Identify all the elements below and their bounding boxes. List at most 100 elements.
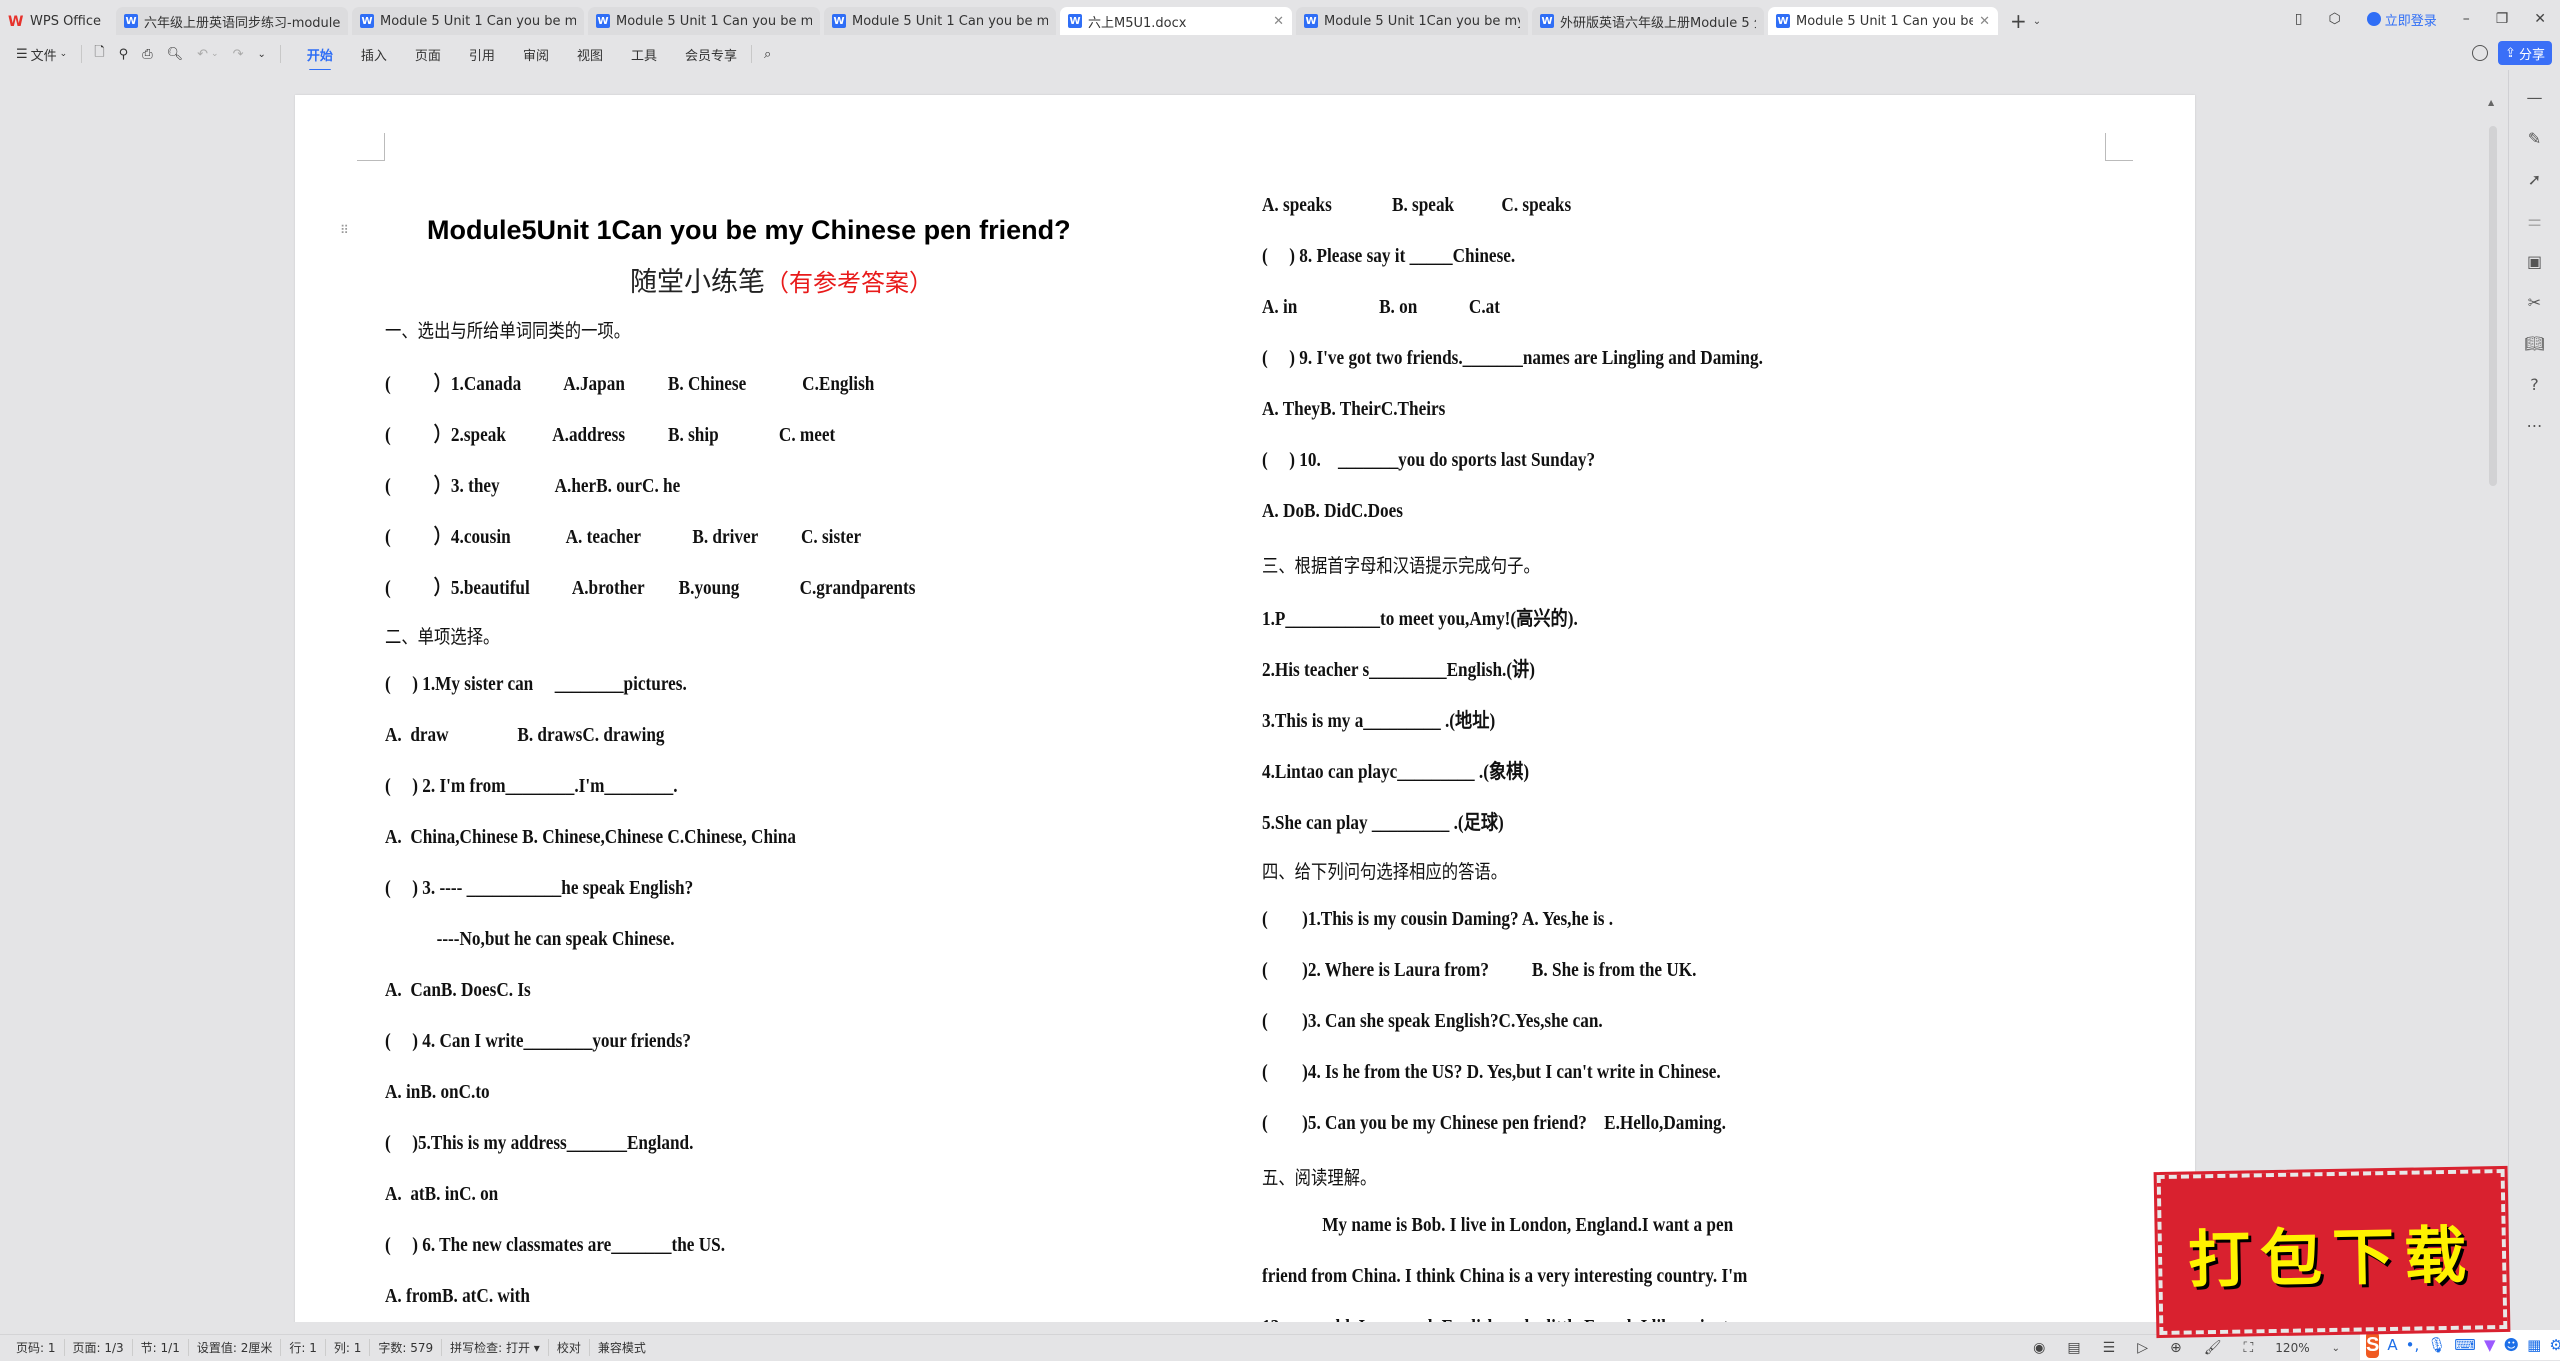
document-tab[interactable]: W 六上M5U1.docx ✕ bbox=[1060, 7, 1292, 35]
status-item[interactable]: 拼写检查: 打开 ▾ bbox=[442, 1339, 549, 1356]
window-controls: ▯ ⬡ 立即登录 – ❐ ✕ bbox=[2295, 0, 2546, 38]
wps-writer-icon: W bbox=[1304, 14, 1318, 28]
question-line: A. China,Chinese B. Chinese,Chinese C.Ch… bbox=[385, 826, 796, 848]
link-icon[interactable]: ⚲ bbox=[119, 47, 129, 62]
more-chevron-icon[interactable]: ⌄ bbox=[257, 49, 265, 60]
ribbon-tab[interactable]: 视图 bbox=[577, 45, 603, 64]
question-line: 3.This is my a_________ .(地址) bbox=[1262, 710, 1496, 732]
page-view-icon[interactable]: ▤ bbox=[2067, 1340, 2080, 1356]
ime-toolbar: S A •, 🎙︎ ⌨ ▼ ☻ ▦ ⚙ bbox=[2360, 1330, 2560, 1360]
save-icon[interactable]: 🗋 bbox=[94, 43, 104, 65]
section-heading: 四、给下列问句选择相应的答语。 bbox=[1262, 861, 1508, 883]
cube-icon[interactable]: ⬡ bbox=[2328, 11, 2340, 27]
status-item: 行: 1 bbox=[281, 1339, 326, 1356]
question-line: A. CanB. DoesC. Is bbox=[385, 979, 531, 1001]
document-tab[interactable]: WModule 5 Unit 1 Can you be my Cl bbox=[824, 7, 1056, 35]
login-button[interactable]: 立即登录 bbox=[2366, 10, 2437, 29]
search-icon[interactable]: ⌕ bbox=[764, 47, 771, 62]
layout-icon[interactable]: ▯ bbox=[2295, 11, 2303, 27]
scrollbar-thumb[interactable] bbox=[2489, 126, 2497, 486]
wps-writer-icon: W bbox=[124, 14, 138, 28]
ribbon-tab[interactable]: 工具 bbox=[631, 45, 657, 64]
document-tab[interactable]: WModule 5 Unit 1Can you be my Chi bbox=[1296, 7, 1528, 35]
eye-protection-icon[interactable]: ◉ bbox=[2033, 1340, 2045, 1356]
question-line: ( ）5.beautiful A.brother B.young C.grand… bbox=[385, 577, 916, 599]
restore-button[interactable]: ❐ bbox=[2496, 11, 2509, 27]
margin-corner-mark bbox=[357, 133, 385, 161]
print-preview-icon[interactable]: 🔍︎ bbox=[167, 47, 184, 62]
status-item: 字数: 579 bbox=[370, 1339, 443, 1356]
wps-writer-icon: W bbox=[1540, 14, 1554, 28]
ribbon-tab[interactable]: 开始 bbox=[307, 45, 333, 71]
question-line: ----No,but he can speak Chinese. bbox=[385, 928, 675, 950]
document-tab[interactable]: WModule 5 Unit 1 Can you be my Cl bbox=[352, 7, 584, 35]
skin-icon[interactable]: ▼ bbox=[2484, 1336, 2496, 1354]
minimize-button[interactable]: – bbox=[2463, 11, 2470, 27]
robot-icon[interactable]: ☻ bbox=[2503, 1336, 2519, 1354]
document-tab[interactable]: W外研版英语六年级上册Module 5 分单 bbox=[1532, 7, 1764, 35]
keyboard-icon[interactable]: ⌨ bbox=[2454, 1336, 2476, 1354]
menu-icon: ☰ bbox=[16, 46, 28, 62]
download-stamp-banner[interactable]: 打包下载 bbox=[2153, 1165, 2511, 1339]
web-view-icon[interactable]: ⊕ bbox=[2170, 1340, 2182, 1356]
sogou-ime-icon[interactable]: S bbox=[2366, 1332, 2380, 1358]
select-cursor-icon[interactable]: ➚ bbox=[2528, 170, 2541, 189]
status-item: 页面: 1/3 bbox=[65, 1339, 133, 1356]
new-tab-button[interactable]: + ⌄ bbox=[2002, 7, 2049, 35]
close-tab-icon[interactable]: ✕ bbox=[1273, 14, 1284, 29]
document-tab[interactable]: W六年级上册英语同步练习-module 5 u bbox=[116, 7, 348, 35]
status-item[interactable]: 兼容模式 bbox=[590, 1339, 654, 1356]
collapse-icon[interactable]: — bbox=[2527, 88, 2543, 107]
more-options-icon[interactable]: ⋯ bbox=[2527, 416, 2543, 435]
ribbon-tab[interactable]: 审阅 bbox=[523, 45, 549, 64]
question-line: ( ) 4. Can I write________your friends? bbox=[385, 1030, 691, 1052]
help-icon[interactable]: ? bbox=[2530, 375, 2539, 394]
close-tab-icon[interactable]: ✕ bbox=[1979, 14, 1990, 29]
drag-handle-icon[interactable]: ⠿ bbox=[340, 224, 352, 236]
print-icon[interactable]: ⎙ bbox=[142, 47, 152, 62]
status-item[interactable]: 校对 bbox=[549, 1339, 590, 1356]
zoom-dropdown-icon[interactable]: ⌄ bbox=[2332, 1343, 2340, 1354]
redo-button[interactable]: ↷ bbox=[233, 47, 244, 62]
ribbon-tab[interactable]: 插入 bbox=[361, 45, 387, 64]
question-line: ( )2. Where is Laura from? B. She is fro… bbox=[1262, 959, 1697, 981]
close-window-button[interactable]: ✕ bbox=[2534, 11, 2546, 27]
scroll-up-icon[interactable]: ▲ bbox=[2488, 98, 2494, 107]
tab-bar: W WPS Office W六年级上册英语同步练习-module 5 uWMod… bbox=[0, 0, 2560, 38]
document-title: Module5Unit 1Can you be my Chinese pen f… bbox=[427, 215, 1071, 245]
ime-font-icon[interactable]: A bbox=[2387, 1336, 2397, 1354]
document-page[interactable]: ⠿ Module5Unit 1Can you be my Chinese pen… bbox=[295, 95, 2195, 1322]
divider bbox=[81, 45, 83, 63]
question-line: 1.P___________to meet you,Amy!(高兴的). bbox=[1262, 608, 1578, 630]
adjust-sliders-icon[interactable]: ⚌ bbox=[2527, 211, 2541, 230]
vertical-scrollbar[interactable]: ▲ bbox=[2488, 80, 2498, 1320]
ribbon-tab[interactable]: 页面 bbox=[415, 45, 441, 64]
zoom-level[interactable]: 120% bbox=[2275, 1341, 2309, 1355]
question-line: 5.She can play _________ .(足球) bbox=[1262, 812, 1504, 834]
fit-screen-icon[interactable]: ⛶ bbox=[2243, 1340, 2253, 1356]
outline-view-icon[interactable]: ☰ bbox=[2103, 1340, 2116, 1356]
ime-punct-icon[interactable]: •, bbox=[2406, 1336, 2420, 1354]
user-avatar-icon bbox=[2366, 12, 2381, 26]
microphone-icon[interactable]: 🎙︎ bbox=[2427, 1336, 2446, 1354]
ribbon-tab[interactable]: 会员专享 bbox=[685, 45, 737, 64]
file-menu[interactable]: ☰ 文件 ⌄ bbox=[16, 45, 67, 64]
brush-icon[interactable]: 🖌︎ bbox=[2204, 1340, 2222, 1356]
question-line: ( ) 9. I've got two friends._______names… bbox=[1262, 347, 1763, 369]
tab-wps-office[interactable]: W WPS Office bbox=[0, 7, 112, 35]
play-icon[interactable]: ▷ bbox=[2137, 1340, 2148, 1356]
cloud-icon[interactable] bbox=[2472, 45, 2488, 61]
question-line: My name is Bob. I live in London, Englan… bbox=[1262, 1214, 1734, 1236]
tools-icon[interactable]: ✂ bbox=[2528, 293, 2541, 312]
book-search-icon[interactable]: 📖︎ bbox=[2524, 334, 2544, 353]
share-button[interactable]: ⇪ 分享 bbox=[2498, 41, 2552, 65]
settings-gear-icon[interactable]: ⚙ bbox=[2549, 1336, 2560, 1354]
pen-edit-icon[interactable]: ✎ bbox=[2528, 129, 2541, 148]
apps-grid-icon[interactable]: ▦ bbox=[2527, 1336, 2541, 1354]
document-tab[interactable]: WModule 5 Unit 1 Can you be my Cl bbox=[588, 7, 820, 35]
ribbon-tab[interactable]: 引用 bbox=[469, 45, 495, 64]
undo-button[interactable]: ↶ ⌄ bbox=[197, 47, 218, 62]
document-tab[interactable]: W Module 5 Unit 1 Can you be ✕ bbox=[1768, 7, 1998, 35]
question-line: A. inB. onC.to bbox=[385, 1081, 490, 1103]
image-edit-icon[interactable]: ▣ bbox=[2527, 252, 2542, 271]
